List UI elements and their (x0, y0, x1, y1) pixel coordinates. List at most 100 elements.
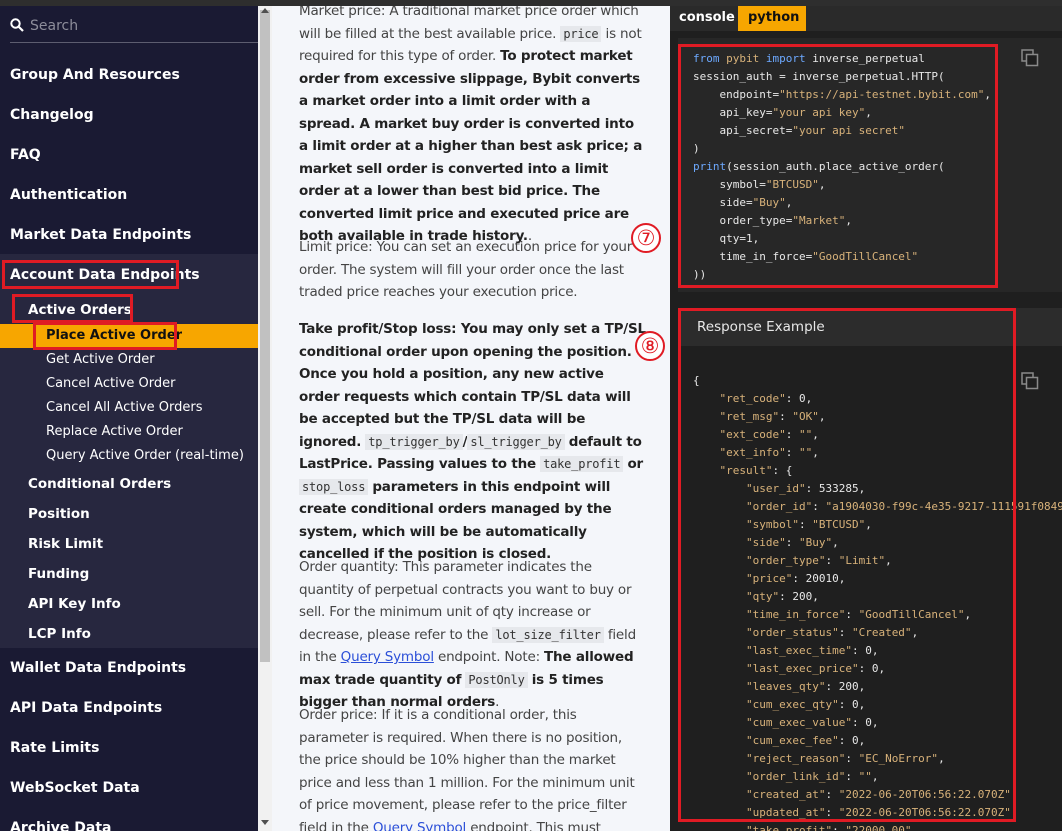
sidebar-item-changelog[interactable]: Changelog (10, 107, 94, 123)
code-line: )) (693, 268, 707, 281)
json-key: "last_exec_time" (745, 644, 852, 657)
query-symbol-link[interactable]: Query Symbol (341, 649, 434, 665)
sidebar-item-rate-limits[interactable]: Rate Limits (10, 740, 99, 756)
tab-console[interactable]: console (670, 6, 738, 31)
code-token: , (785, 196, 793, 209)
json-key: "symbol" (745, 518, 799, 531)
inline-code: price (560, 25, 602, 42)
scroll-up-arrow-icon[interactable] (261, 8, 269, 13)
response-line: { (693, 372, 1062, 390)
json-value: : "22000.00" (832, 824, 912, 831)
code-token: pybit (726, 52, 760, 65)
copy-icon[interactable] (1021, 49, 1039, 67)
search-input[interactable]: Search (30, 18, 78, 34)
json-key: "result" (719, 464, 773, 477)
paragraph-order-quantity: Order quantity: This parameter indicates… (299, 556, 647, 714)
json-value: : "", (785, 446, 819, 459)
paragraph-order-price: Order price: If it is a conditional orde… (299, 704, 647, 831)
sidebar-item-market-data-endpoints[interactable]: Market Data Endpoints (10, 227, 191, 243)
json-key: "updated_at" (745, 806, 826, 819)
json-value: : "a1904030-f99c-4e35-9217-111591f08493"… (812, 500, 1062, 513)
sidebar-item-group-and-resources[interactable]: Group And Resources (10, 67, 180, 83)
response-line: "time_in_force": "GoodTillCancel", (693, 606, 1062, 624)
json-value: : "Buy", (785, 536, 839, 549)
response-line: "last_exec_time": 0, (693, 642, 1062, 660)
sidebar-item-conditional-orders[interactable]: Conditional Orders (28, 476, 171, 492)
json-value: : "Limit", (825, 554, 892, 567)
sidebar-item-authentication[interactable]: Authentication (10, 187, 127, 203)
response-line: "symbol": "BTCUSD", (693, 516, 1062, 534)
sidebar-item-api-key-info[interactable]: API Key Info (28, 596, 121, 612)
code-token: (session_auth.place_active_order( (726, 160, 945, 173)
json-value: : "", (785, 428, 819, 441)
tab-python[interactable]: python (738, 6, 806, 31)
response-line: "ret_code": 0, (693, 390, 1062, 408)
sidebar-item-risk-limit[interactable]: Risk Limit (28, 536, 103, 552)
json-value: : 533285, (805, 482, 866, 495)
json-key: "ext_code" (719, 428, 786, 441)
sidebar-item-websocket-data[interactable]: WebSocket Data (10, 780, 140, 796)
sidebar-item-place-active-order[interactable]: Place Active Order (0, 324, 258, 348)
json-key: "order_link_id" (745, 770, 846, 783)
scroll-down-arrow-icon[interactable] (261, 820, 269, 825)
code-token: api_key= (719, 106, 773, 119)
code-token: "Market" (792, 214, 846, 227)
json-value: : "BTCUSD", (798, 518, 872, 531)
json-value: : 0, (851, 644, 879, 657)
code-token: "Buy" (752, 196, 786, 209)
sidebar-item-cancel-all-active-orders[interactable]: Cancel All Active Orders (46, 400, 202, 415)
json-key: "reject_reason" (745, 752, 846, 765)
response-line: "qty": 200, (693, 588, 1062, 606)
json-key: "order_id" (745, 500, 813, 513)
text: endpoint. Note: (437, 649, 540, 665)
sidebar-item-replace-active-order[interactable]: Replace Active Order (46, 424, 183, 439)
scrollbar-thumb[interactable] (260, 10, 270, 662)
code-token: "your api secret" (792, 124, 905, 137)
json-key: "cum_exec_value" (745, 716, 852, 729)
sidebar-item-funding[interactable]: Funding (28, 566, 89, 582)
sidebar-item-faq[interactable]: FAQ (10, 147, 41, 163)
code-token: , (865, 106, 872, 119)
code-line: session_auth = inverse_perpetual.HTTP( (693, 70, 945, 83)
json-value: : 0, (858, 662, 886, 675)
json-key: "ret_msg" (719, 410, 780, 423)
code-token: inverse_perpetual (812, 52, 925, 65)
json-value: : "EC_NoError", (845, 752, 945, 765)
response-line: "side": "Buy", (693, 534, 1062, 552)
search-bar[interactable]: Search (0, 6, 258, 44)
response-title: Response Example (697, 319, 825, 335)
sidebar-item-position[interactable]: Position (28, 506, 90, 522)
json-key: "side" (745, 536, 786, 549)
sidebar-item-api-data-endpoints[interactable]: API Data Endpoints (10, 700, 162, 716)
json-value: : 200, (779, 590, 819, 603)
query-symbol-link[interactable]: Query Symbol (373, 820, 466, 831)
request-code: from pybit import inverse_perpetual sess… (693, 50, 991, 284)
inline-code: take_profit (540, 456, 624, 472)
code-token: "GoodTillCancel" (812, 250, 919, 263)
sidebar-item-active-orders[interactable]: Active Orders (28, 302, 132, 318)
code-token: side= (719, 196, 753, 209)
sidebar-item-query-active-order[interactable]: Query Active Order (real-time) (46, 448, 244, 463)
bold-text: Take profit/Stop loss: You may only set … (299, 321, 646, 450)
indent: { (693, 374, 700, 387)
response-line: "user_id": 533285, (693, 480, 1062, 498)
response-line: "created_at": "2022-06-20T06:56:22.070Z"… (693, 786, 1062, 804)
main-content: Market price: A traditional market price… (272, 6, 670, 831)
sidebar-item-wallet-data-endpoints[interactable]: Wallet Data Endpoints (10, 660, 186, 676)
sidebar-item-lcp-info[interactable]: LCP Info (28, 626, 91, 642)
json-key: "created_at" (745, 788, 826, 801)
response-line: "price": 20010, (693, 570, 1062, 588)
json-key: "cum_exec_qty" (745, 698, 839, 711)
code-token: "your api key" (772, 106, 866, 119)
sidebar-item-cancel-active-order[interactable]: Cancel Active Order (46, 376, 175, 391)
sidebar-item-get-active-order[interactable]: Get Active Order (46, 352, 155, 367)
sidebar-item-archive-data[interactable]: Archive Data (10, 820, 112, 831)
code-token: api_secret= (719, 124, 793, 137)
sidebar-item-account-data-endpoints[interactable]: Account Data Endpoints (10, 267, 200, 283)
response-line: "last_exec_price": 0, (693, 660, 1062, 678)
